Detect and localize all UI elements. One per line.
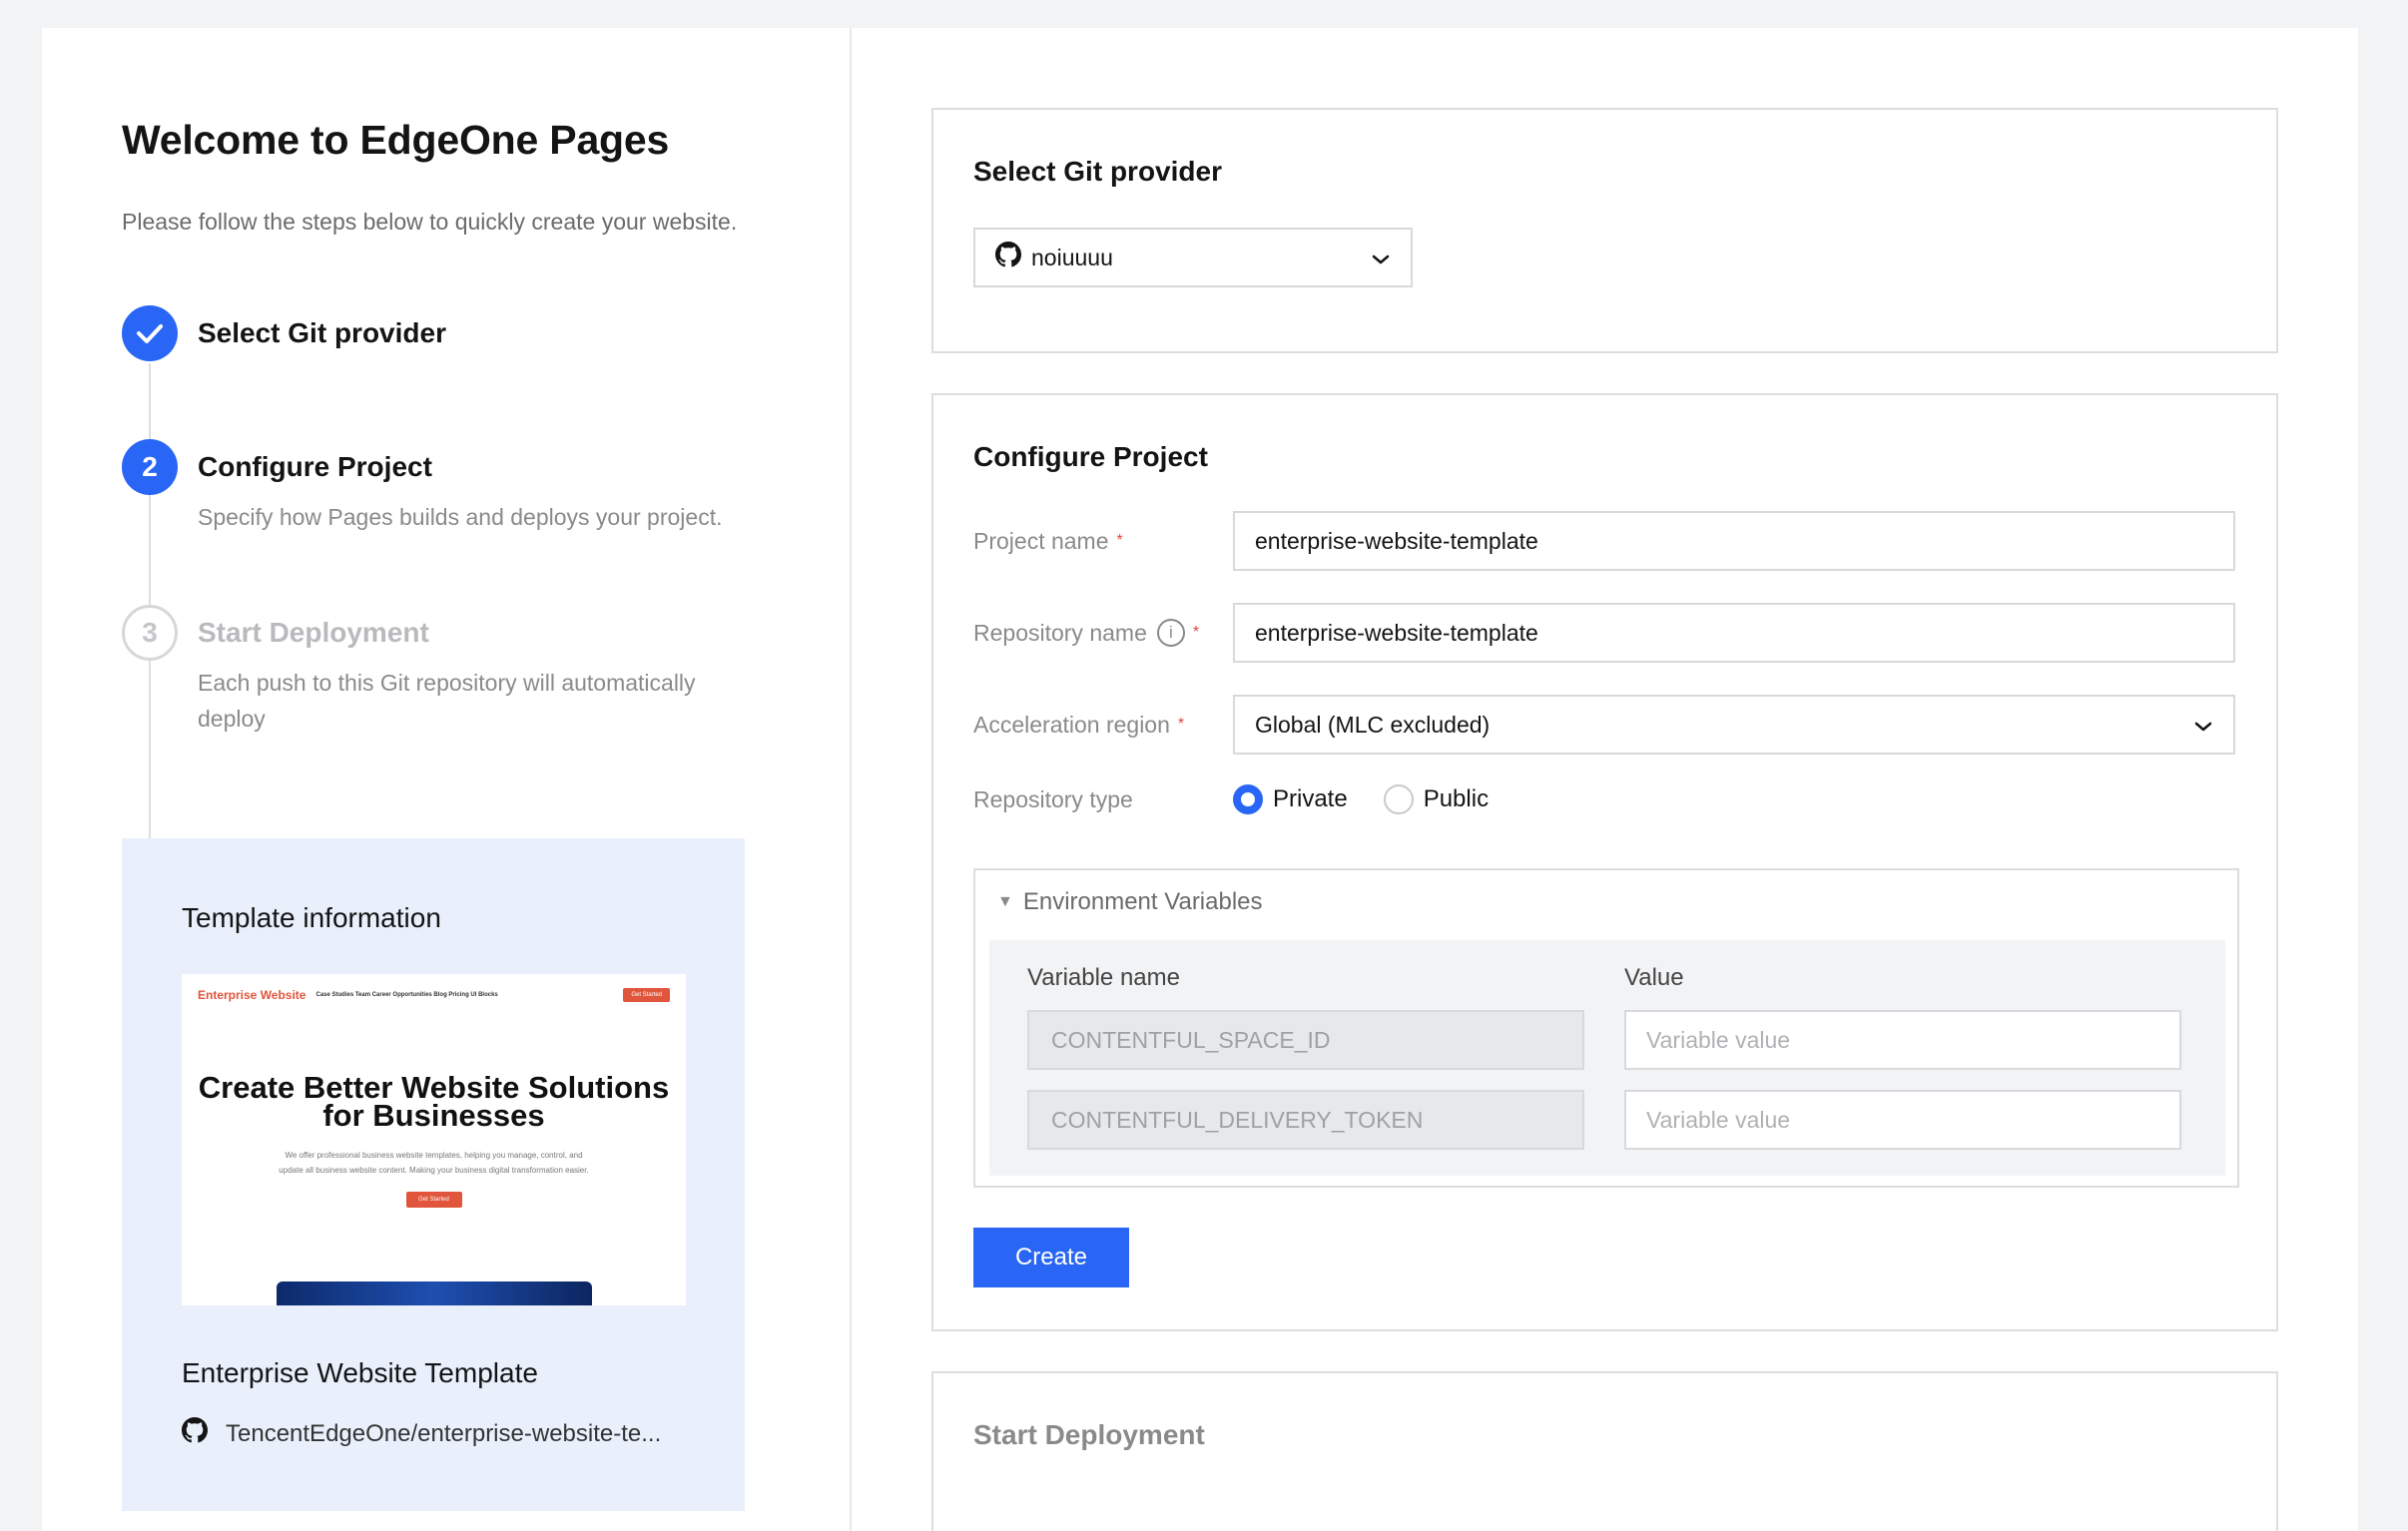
caret-down-icon: ▼ [997,893,1013,910]
region-value: Global (MLC excluded) [1255,711,1491,738]
env-variables-title: Environment Variables [1022,888,1263,915]
left-panel: Welcome to EdgeOne Pages Please follow t… [42,28,852,1531]
env-row: CONTENTFUL_DELIVERY_TOKEN [1027,1090,2181,1150]
preview-brand: Enterprise Website [198,988,306,1002]
git-provider-title: Select Git provider [973,156,1222,187]
repo-name-input[interactable]: enterprise-website-template [1233,603,2235,663]
project-name-row: Project name * enterprise-website-templa… [973,511,2236,571]
radio-unchecked-icon[interactable] [1383,784,1414,814]
region-select[interactable]: Global (MLC excluded) [1233,695,2235,755]
check-icon [122,305,178,361]
deploy-title: Start Deployment [973,1419,1205,1450]
step-number: 3 [122,605,178,661]
col-variable-name: Variable name [1027,964,1180,991]
template-name: Enterprise Website Template [182,1357,538,1388]
preview-nav-button: Get Started [623,988,670,1002]
env-name-field: CONTENTFUL_SPACE_ID [1027,1010,1584,1070]
preview-text: We offer professional business website t… [279,1151,589,1175]
step-title: Select Git provider [198,317,446,348]
repo-name-label: Repository name i * [973,619,1233,647]
step-description: Specify how Pages builds and deploys you… [198,504,723,530]
git-account-select[interactable]: noiuuuu [973,228,1413,287]
radio-private[interactable]: Private [1233,784,1348,814]
page-subtitle: Please follow the steps below to quickly… [122,209,738,235]
right-panel: Select Git provider noiuuuu Configure Pr… [852,28,2358,1531]
chevron-down-icon [1371,245,1391,271]
info-icon[interactable]: i [1156,619,1185,647]
radio-private-label: Private [1273,785,1348,812]
template-preview: Enterprise Website Case Studies Team Car… [182,974,686,1305]
repo-type-label: Repository type [973,786,1233,813]
template-repo-link[interactable]: TencentEdgeOne/enterprise-website-te... [226,1420,661,1448]
env-value-input[interactable] [1624,1010,2181,1070]
region-label: Acceleration region * [973,712,1233,739]
env-value-input[interactable] [1624,1090,2181,1150]
step-title: Configure Project [198,451,432,482]
create-button[interactable]: Create [973,1228,1129,1287]
preview-image [277,1281,592,1305]
env-variables-table: Variable name Value CONTENTFUL_SPACE_ID … [989,940,2225,1176]
env-row: CONTENTFUL_SPACE_ID [1027,1010,2181,1070]
stepper: Select Git provider 2 Configure Project … [122,305,850,912]
repo-type-row: Repository type Private Public [973,784,2236,814]
page-title: Welcome to EdgeOne Pages [122,117,670,163]
project-name-label-text: Project name [973,527,1109,554]
template-heading: Template information [182,902,441,933]
repo-name-label-text: Repository name [973,619,1147,646]
step-deploy: 3 Start Deployment Each push to this Git… [122,605,850,737]
preview-links: Case Studies Team Career Opportunities B… [315,992,498,998]
step-number: 2 [122,439,178,495]
repo-type-label-text: Repository type [973,785,1133,812]
configure-title: Configure Project [973,441,1208,472]
region-label-text: Acceleration region [973,711,1170,738]
required-asterisk-icon: * [1177,716,1185,733]
repo-name-row: Repository name i * enterprise-website-t… [973,603,2236,663]
radio-public[interactable]: Public [1383,784,1490,814]
preview-nav: Enterprise Website Case Studies Team Car… [182,974,686,1004]
env-variables-toggle[interactable]: ▼ Environment Variables [975,870,2237,934]
region-row: Acceleration region * Global (MLC exclud… [973,695,2236,755]
required-asterisk-icon: * [1116,532,1123,549]
configure-project-card: Configure Project Project name * enterpr… [931,393,2278,1331]
step-configure: 2 Configure Project Specify how Pages bu… [122,439,850,605]
preview-hero: Create Better Website Solutions for Busi… [198,1070,670,1133]
step-description: Each push to this Git repository will au… [198,670,696,732]
start-deployment-card: Start Deployment [931,1371,2278,1531]
env-variables-panel: ▼ Environment Variables Variable name Va… [973,868,2239,1188]
project-name-label: Project name * [973,528,1233,555]
step-title: Start Deployment [198,617,429,648]
repo-type-radio-group: Private Public [1233,784,1524,814]
radio-checked-icon[interactable] [1233,784,1263,814]
project-name-input[interactable]: enterprise-website-template [1233,511,2235,571]
step-select-git: Select Git provider [122,305,850,439]
github-icon [995,242,1021,273]
git-account-value: noiuuuu [1031,244,1113,270]
page: Welcome to EdgeOne Pages Please follow t… [42,28,2358,1531]
git-provider-card: Select Git provider noiuuuu [931,108,2278,353]
github-icon [182,1417,208,1450]
template-card: Template information Enterprise Website … [122,838,745,1511]
chevron-down-icon [2193,712,2213,739]
env-name-field: CONTENTFUL_DELIVERY_TOKEN [1027,1090,1584,1150]
radio-public-label: Public [1423,785,1490,812]
required-asterisk-icon: * [1192,624,1200,641]
col-value: Value [1624,964,1684,991]
preview-cta: Get Started [405,1192,462,1208]
template-repo[interactable]: TencentEdgeOne/enterprise-website-te... [182,1417,685,1450]
